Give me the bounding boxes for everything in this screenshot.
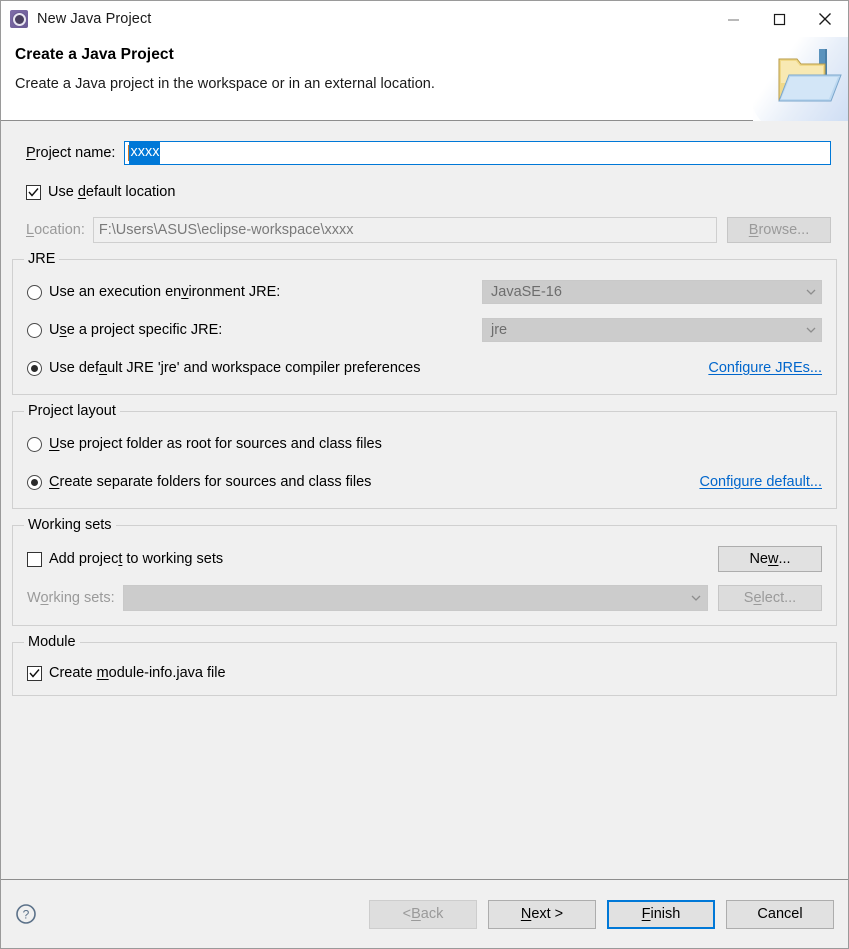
working-sets-row: Working sets: Se lect... [27, 585, 822, 611]
java-project-folder-icon [753, 37, 848, 121]
project-name-row: Project name: xxxx [12, 141, 837, 165]
close-icon [819, 13, 831, 25]
project-name-label: Project name: [26, 145, 116, 161]
jre-project-specific-radio[interactable] [27, 322, 42, 338]
jre-default-radio[interactable] [27, 360, 42, 376]
wizard-header: Create a Java Project Create a Java proj… [1, 37, 848, 121]
layout-project-folder-label: Use project folder as root for sources a… [49, 436, 382, 452]
layout-project-folder-row[interactable]: Use project folder as root for sources a… [27, 432, 822, 456]
page-title: Create a Java Project [15, 46, 174, 63]
add-to-working-sets-row[interactable]: Add project to working sets Ne w... [27, 546, 822, 572]
project-specific-jre-combo[interactable]: jre [482, 318, 822, 342]
jre-default-row[interactable]: Use default JRE 'jre' and workspace comp… [27, 356, 822, 380]
configure-jres-link[interactable]: Configure JREs... [708, 360, 822, 376]
next-button[interactable]: Next > [488, 899, 596, 929]
minimize-button[interactable] [710, 1, 756, 37]
location-label: Location: [26, 222, 85, 238]
jre-default-label: Use default JRE 'jre' and workspace comp… [49, 360, 421, 376]
browse-button[interactable]: Browse... [727, 217, 831, 243]
layout-separate-folders-label: Create separate folders for sources and … [49, 474, 372, 490]
execution-environment-combo[interactable]: JavaSE-16 [482, 280, 822, 304]
checkmark-icon [29, 668, 40, 678]
jre-execution-environment-label: Use an execution environment JRE: [49, 284, 281, 300]
dialog-footer: ? < Back Next > Finish Cancel [1, 879, 848, 948]
working-sets-group-legend: Working sets [24, 517, 116, 533]
window-title: New Java Project [37, 11, 152, 27]
checkmark-icon [28, 187, 39, 197]
new-java-project-dialog: New Java Project Create a Java Project C… [0, 0, 849, 949]
create-module-info-checkbox[interactable] [27, 665, 42, 681]
select-working-sets-button[interactable]: Se lect... [718, 585, 822, 611]
create-module-info-row[interactable]: Create module-info.java file [27, 663, 822, 683]
jre-execution-environment-radio[interactable] [27, 284, 42, 300]
project-name-value: xxxx [129, 142, 161, 164]
jre-project-specific-row[interactable]: Use a project specific JRE: jre [27, 318, 822, 342]
help-icon[interactable]: ? [15, 903, 37, 925]
page-description: Create a Java project in the workspace o… [15, 76, 435, 92]
jre-group-legend: JRE [24, 251, 60, 267]
use-default-location-row[interactable]: Use default location [12, 182, 837, 202]
use-default-location-label: Use default location [48, 184, 176, 200]
working-sets-group: Working sets Add project to working sets… [12, 517, 837, 626]
module-group: Module Create module-info.java file [12, 634, 837, 696]
chevron-down-icon [691, 595, 701, 601]
location-row: Location: F:\Users\ASUS\eclipse-workspac… [12, 217, 837, 243]
add-to-working-sets-checkbox[interactable] [27, 551, 42, 567]
title-bar: New Java Project [1, 1, 848, 37]
jre-execution-environment-row[interactable]: Use an execution environment JRE: JavaSE… [27, 280, 822, 304]
location-input[interactable]: F:\Users\ASUS\eclipse-workspace\xxxx [92, 217, 717, 243]
window-controls [710, 1, 848, 37]
configure-default-link[interactable]: Configure default... [699, 474, 822, 490]
cancel-button[interactable]: Cancel [726, 899, 834, 929]
close-button[interactable] [802, 1, 848, 37]
use-default-location-checkbox[interactable] [26, 184, 41, 200]
wizard-body: Project name: xxxx Use default location … [1, 121, 848, 879]
jre-project-specific-label: Use a project specific JRE: [49, 322, 223, 338]
add-to-working-sets-label: Add project to working sets [49, 551, 224, 567]
chevron-down-icon [806, 289, 816, 295]
layout-project-folder-radio[interactable] [27, 436, 42, 452]
working-sets-combo[interactable] [122, 585, 708, 611]
finish-button[interactable]: Finish [607, 899, 715, 929]
project-name-input[interactable]: xxxx [124, 141, 831, 165]
new-working-set-button[interactable]: Ne w... [718, 546, 822, 572]
layout-separate-folders-row[interactable]: Create separate folders for sources and … [27, 470, 822, 494]
project-layout-group: Project layout Use project folder as roo… [12, 403, 837, 509]
back-button[interactable]: < Back [369, 899, 477, 929]
layout-separate-folders-radio[interactable] [27, 474, 42, 490]
execution-environment-value: JavaSE-16 [491, 284, 562, 300]
maximize-button[interactable] [756, 1, 802, 37]
jre-group: JRE Use an execution environment JRE: Ja… [12, 251, 837, 395]
eclipse-wizard-icon [10, 10, 28, 28]
minimize-icon [727, 18, 739, 21]
wizard-buttons: < Back Next > Finish Cancel [369, 899, 834, 929]
working-sets-label: Working sets: [27, 590, 115, 606]
project-specific-jre-value: jre [491, 322, 508, 338]
svg-text:?: ? [23, 908, 30, 922]
project-layout-group-legend: Project layout [24, 403, 120, 419]
module-group-legend: Module [24, 634, 80, 650]
chevron-down-icon [806, 327, 816, 333]
maximize-icon [773, 13, 785, 25]
create-module-info-label: Create module-info.java file [49, 665, 226, 681]
